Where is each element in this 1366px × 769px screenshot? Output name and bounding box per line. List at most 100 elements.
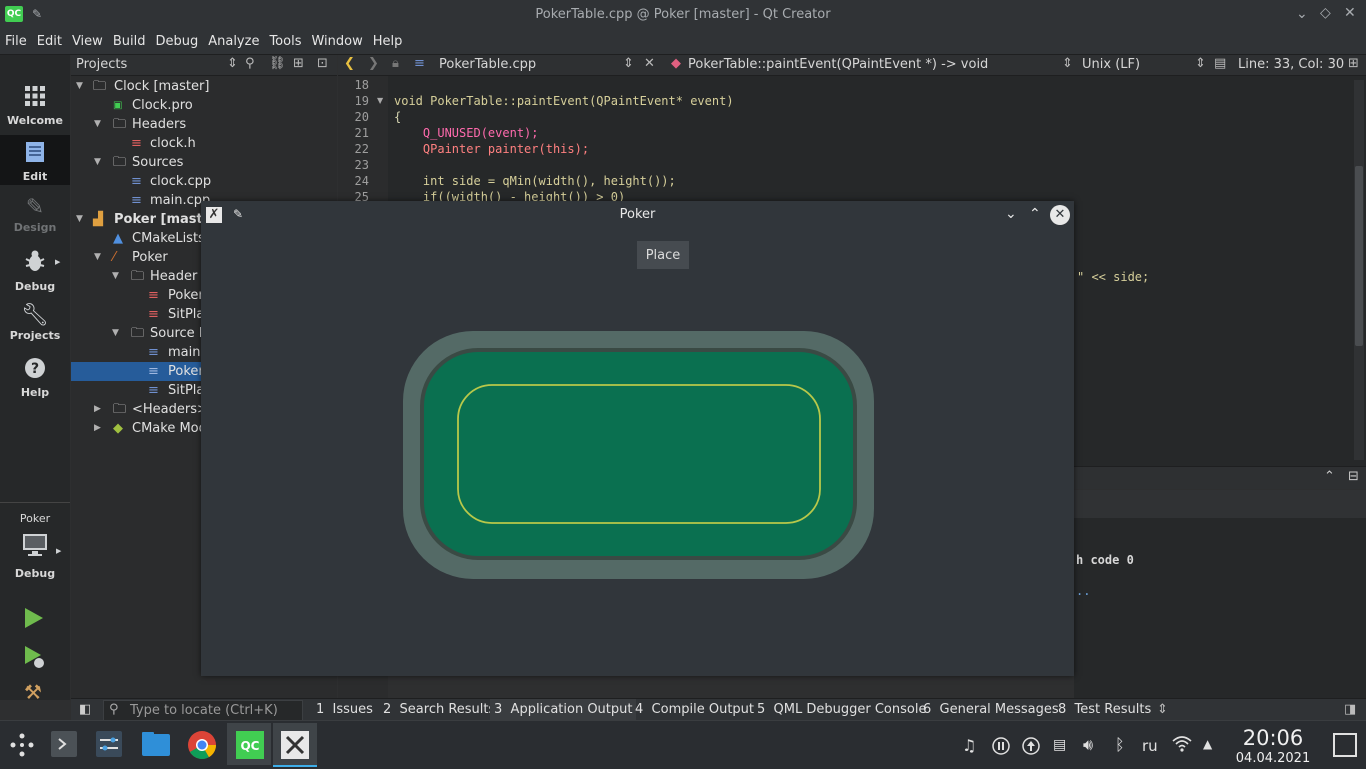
monitor-icon[interactable]: [22, 533, 48, 561]
tree-item-label: Clock.pro: [132, 98, 193, 113]
cmake-file-icon: ▲: [113, 231, 123, 246]
bluetooth-icon[interactable]: ᛒ: [1115, 735, 1125, 754]
updates-icon[interactable]: [1022, 737, 1040, 759]
menu-build[interactable]: Build: [108, 30, 151, 49]
symbol-combo[interactable]: PokerTable::paintEvent(QPaintEvent *) ->…: [688, 57, 988, 72]
link-icon[interactable]: ⛓: [269, 56, 286, 71]
toggle-sidebar-icon[interactable]: ◧: [79, 702, 91, 717]
mode-edit[interactable]: Edit: [0, 135, 70, 185]
clock-date[interactable]: 04.04.2021: [1228, 751, 1318, 766]
combo-arrows-icon[interactable]: ⇕: [227, 56, 238, 71]
close-sidebar-icon[interactable]: ⊡: [317, 56, 328, 71]
forward-arrow-icon[interactable]: ❯: [368, 56, 379, 71]
split-icon[interactable]: ⊞: [293, 56, 304, 71]
show-desktop-icon[interactable]: [1333, 733, 1357, 757]
tree-item-label: Poker: [168, 364, 204, 379]
place-button[interactable]: Place: [637, 241, 689, 269]
notifications-icon[interactable]: ♫: [962, 736, 976, 755]
combo-arrows-icon: ⇕: [623, 56, 634, 71]
line-ending-combo[interactable]: Unix (LF): [1082, 57, 1140, 72]
file-manager-icon[interactable]: [141, 730, 171, 760]
minimize-icon[interactable]: ⌄: [1296, 6, 1308, 22]
expand-arrow-icon: ▼: [94, 252, 101, 262]
folder-icon: 🗀: [113, 155, 127, 170]
line-number: 20: [354, 110, 369, 124]
close-icon[interactable]: ✕: [1050, 205, 1070, 225]
more-tabs-arrows-icon[interactable]: ⇕: [1157, 702, 1168, 717]
maximize-pane-icon[interactable]: ⌃: [1324, 469, 1335, 484]
mode-help[interactable]: ? Help: [0, 357, 70, 409]
tab-general-messages[interactable]: 6 General Messages: [923, 702, 1059, 717]
poker-table: [403, 331, 874, 579]
app-launcher-icon[interactable]: [8, 731, 38, 761]
mode-label: Design: [13, 221, 57, 234]
menu-view[interactable]: View: [67, 30, 108, 49]
tab-label: Application Output: [510, 702, 633, 717]
folder-icon: 🗀: [131, 326, 145, 341]
settings-icon[interactable]: [95, 730, 125, 760]
menu-window[interactable]: Window: [306, 30, 367, 49]
close-icon[interactable]: ✕: [1344, 5, 1356, 21]
show-hidden-icons-icon[interactable]: ▲: [1203, 737, 1212, 751]
clock-time[interactable]: 20:06: [1228, 726, 1318, 750]
folder-icon: 🗀: [93, 79, 107, 94]
close-file-icon[interactable]: ✕: [644, 56, 655, 71]
mode-debug[interactable]: Debug: [0, 249, 70, 301]
folder-icon: 🗀: [113, 117, 127, 132]
toggle-output-icon[interactable]: ◨: [1344, 702, 1356, 717]
tree-item[interactable]: ≡ clock.cpp: [71, 172, 337, 191]
back-arrow-icon[interactable]: ❮: [344, 56, 355, 71]
tab-test-results[interactable]: 8 Test Results: [1058, 702, 1151, 717]
mode-design[interactable]: ✎ Design: [0, 195, 70, 247]
qt-file-icon: ▣: [113, 100, 123, 111]
wifi-icon[interactable]: [1172, 735, 1192, 757]
poker-app-taskbar-icon[interactable]: [280, 730, 310, 760]
minimize-icon[interactable]: ⌄: [1005, 206, 1017, 222]
mode-projects[interactable]: 🔧︎ Projects: [0, 303, 70, 355]
mode-welcome[interactable]: Welcome: [0, 85, 70, 137]
keyboard-layout[interactable]: ru: [1142, 737, 1158, 755]
tab-issues[interactable]: 1 Issues: [316, 702, 373, 717]
tab-qml-debugger-console[interactable]: 5 QML Debugger Console: [757, 702, 926, 717]
scrollbar-thumb[interactable]: [1355, 166, 1363, 346]
filter-icon[interactable]: ⚲: [245, 56, 255, 71]
menu-file[interactable]: File: [0, 30, 32, 49]
open-file-combo[interactable]: PokerTable.cpp: [439, 57, 536, 72]
tree-item[interactable]: ▣ Clock.pro: [71, 96, 337, 115]
cursor-position[interactable]: Line: 33, Col: 30: [1238, 57, 1344, 72]
maximize-icon[interactable]: ◇: [1320, 5, 1331, 21]
terminal-icon[interactable]: [50, 730, 80, 760]
clipboard-icon[interactable]: ▤: [1053, 737, 1066, 753]
output-text: h code 0: [1076, 553, 1134, 567]
tree-item[interactable]: ▼ 🗀 Clock [master]: [71, 77, 337, 96]
fold-arrow-icon[interactable]: ▼: [377, 96, 383, 105]
run-icon[interactable]: [24, 607, 44, 633]
locator-input[interactable]: ⚲ Type to locate (Ctrl+K): [103, 700, 303, 721]
menu-tools[interactable]: Tools: [264, 30, 306, 49]
application-output[interactable]: h code 0 ..: [1074, 518, 1366, 698]
maximize-icon[interactable]: ⌃: [1029, 206, 1041, 222]
menu-help[interactable]: Help: [368, 30, 408, 49]
menu-analyze[interactable]: Analyze: [203, 30, 264, 49]
qt-creator-taskbar-icon[interactable]: QC: [235, 730, 265, 760]
menu-debug[interactable]: Debug: [150, 30, 203, 49]
mode-label: Edit: [22, 170, 48, 183]
volume-icon[interactable]: 🔊︎: [1083, 735, 1093, 755]
tree-item[interactable]: ≡ clock.h: [71, 134, 337, 153]
tab-search-results[interactable]: 2 Search Results: [383, 702, 495, 717]
header-file-icon: ≡: [148, 288, 159, 303]
chrome-icon[interactable]: [187, 730, 217, 760]
tab-application-output[interactable]: 3 Application Output: [490, 699, 637, 721]
build-hammer-icon[interactable]: ⚒: [24, 680, 42, 704]
tab-compile-output[interactable]: 4 Compile Output: [635, 702, 754, 717]
debug-arrow-icon: ▶: [55, 258, 61, 266]
tree-item[interactable]: ▼ 🗀 Headers: [71, 115, 337, 134]
menu-bar: File Edit View Build Debug Analyze Tools Window…: [0, 30, 1366, 55]
debug-run-icon[interactable]: [24, 645, 46, 673]
tree-item[interactable]: ▼ 🗀 Sources: [71, 153, 337, 172]
split-editor-icon[interactable]: ⊞: [1348, 56, 1359, 71]
close-pane-icon[interactable]: ⊟: [1348, 469, 1359, 484]
menu-edit[interactable]: Edit: [32, 30, 67, 49]
pause-icon[interactable]: [992, 737, 1010, 759]
vertical-scrollbar[interactable]: [1354, 80, 1364, 460]
